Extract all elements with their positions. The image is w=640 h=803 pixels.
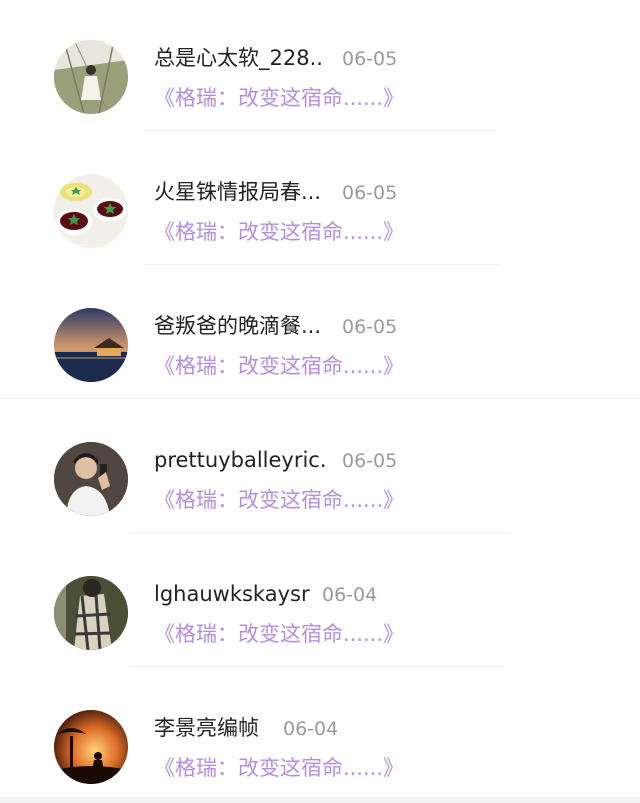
timestamp: 06-05 [342,48,398,70]
divider [145,264,500,265]
comment-feed: 总是心太软_228.. 06-05 《格瑞：改变这宿命......》 火星铢情报… [0,0,640,803]
username[interactable]: 李景亮编帧 [154,714,259,742]
username[interactable]: lghauwkskaysr [154,580,310,608]
user-avatar[interactable] [54,40,128,114]
timestamp: 06-04 [283,718,339,740]
timestamp: 06-04 [322,584,378,606]
book-link[interactable]: 《格瑞：改变这宿命......》 [154,84,404,112]
user-avatar[interactable] [54,308,128,382]
list-item[interactable]: lghauwkskaysr 06-04 《格瑞：改变这宿命......》 [0,536,640,670]
list-item[interactable]: prettuyballeyric. 06-05 《格瑞：改变这宿命......》 [0,402,640,536]
user-avatar[interactable] [54,174,128,248]
timestamp: 06-05 [342,450,398,472]
username[interactable]: 火星铢情报局春... [154,178,321,206]
divider [0,398,640,399]
book-link[interactable]: 《格瑞：改变这宿命......》 [154,486,404,514]
book-link[interactable]: 《格瑞：改变这宿命......》 [154,754,404,782]
username[interactable]: prettuyballeyric. [154,446,327,474]
avatar-sunset-villa-icon [54,308,128,382]
list-item[interactable]: 火星铢情报局春... 06-05 《格瑞：改变这宿命......》 [0,134,640,268]
book-link[interactable]: 《格瑞：改变这宿命......》 [154,620,404,648]
avatar-man-phone-icon [54,442,128,516]
avatar-sunset-tree-icon [54,710,128,784]
avatar-girl-outdoors-icon [54,40,128,114]
book-link[interactable]: 《格瑞：改变这宿命......》 [154,352,404,380]
user-avatar[interactable] [54,710,128,784]
list-item[interactable]: 李景亮编帧 06-04 《格瑞：改变这宿命......》 [0,670,640,803]
user-avatar[interactable] [54,576,128,650]
list-item[interactable]: 爸叛爸的晚滴餐... 06-05 《格瑞：改变这宿命......》 [0,268,640,402]
username[interactable]: 总是心太软_228.. [154,44,323,72]
book-link[interactable]: 《格瑞：改变这宿命......》 [154,218,404,246]
bottom-divider [0,797,640,803]
timestamp: 06-05 [342,316,398,338]
timestamp: 06-05 [342,182,398,204]
username[interactable]: 爸叛爸的晚滴餐... [154,312,321,340]
avatar-plaid-person-icon [54,576,128,650]
list-item[interactable]: 总是心太软_228.. 06-05 《格瑞：改变这宿命......》 [0,0,640,134]
user-avatar[interactable] [54,442,128,516]
divider [130,532,510,533]
divider [130,666,505,667]
divider [145,130,495,131]
avatar-tea-cups-icon [54,174,128,248]
